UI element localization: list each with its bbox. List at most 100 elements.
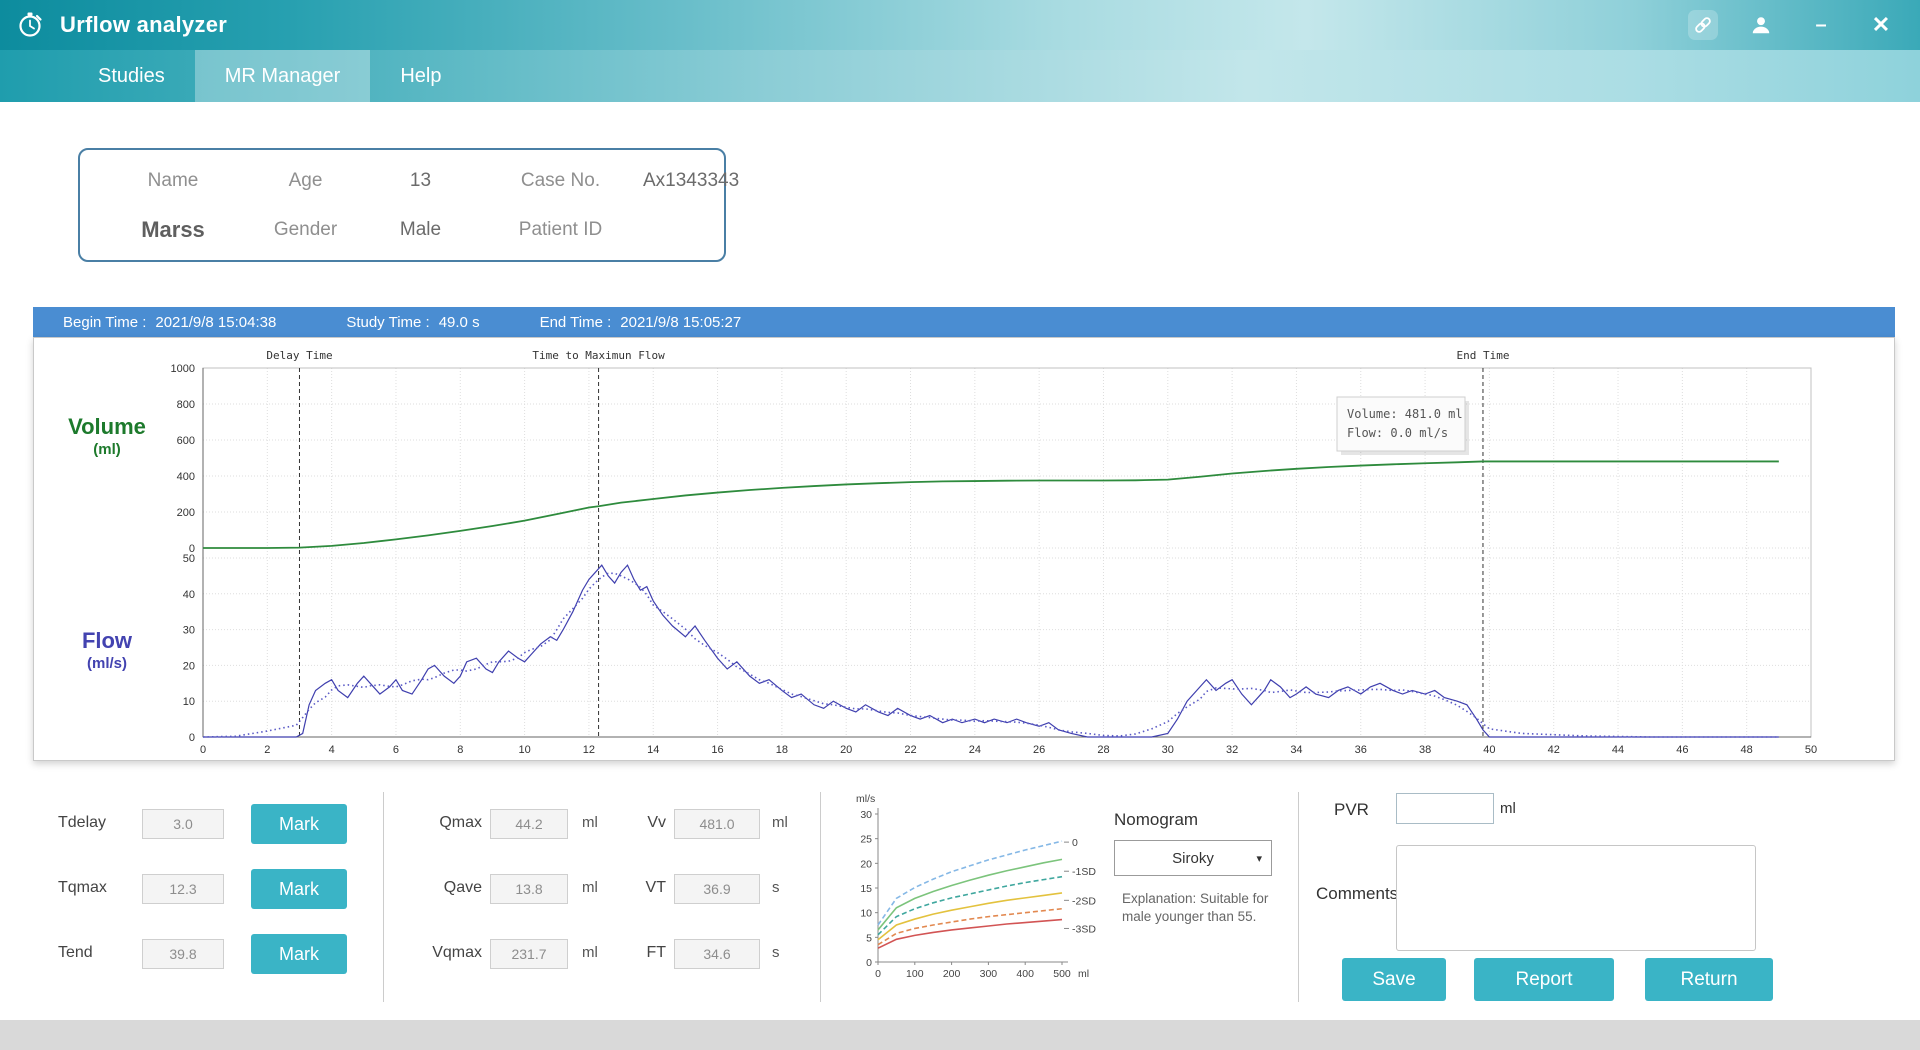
volume-axis-label: Volume xyxy=(68,414,146,439)
comments-textarea[interactable] xyxy=(1396,845,1756,951)
svg-text:500: 500 xyxy=(1053,968,1071,980)
pvr-input[interactable] xyxy=(1396,793,1494,824)
patient-id-label: Patient ID xyxy=(518,218,603,240)
svg-text:0: 0 xyxy=(189,732,195,744)
person-icon xyxy=(1752,17,1770,34)
svg-text:20: 20 xyxy=(840,744,852,756)
svg-text:34: 34 xyxy=(1290,744,1302,756)
svg-text:300: 300 xyxy=(980,968,998,980)
svg-text:800: 800 xyxy=(177,399,195,411)
volume-axis-title: Volume (ml) xyxy=(42,414,172,458)
svg-text:-2SD: -2SD xyxy=(1072,895,1096,907)
flow-axis-title: Flow (ml/s) xyxy=(42,628,172,672)
svg-text:600: 600 xyxy=(177,435,195,447)
svg-text:10: 10 xyxy=(518,744,530,756)
menubar: Studies MR Manager Help xyxy=(0,50,1920,102)
patient-name-value: Marss xyxy=(141,216,205,242)
svg-text:Flow: 0.0 ml/s: Flow: 0.0 ml/s xyxy=(1347,426,1448,440)
svg-text:24: 24 xyxy=(969,744,981,756)
svg-text:46: 46 xyxy=(1676,744,1688,756)
svg-text:Volume: 481.0 ml: Volume: 481.0 ml xyxy=(1347,407,1463,421)
tend-value: 39.8 xyxy=(142,939,224,969)
svg-text:100: 100 xyxy=(906,968,924,980)
qmax-label: Qmax xyxy=(439,814,482,831)
patient-case-label: Case No. xyxy=(520,169,601,191)
patient-name-label: Name xyxy=(147,169,199,191)
svg-text:38: 38 xyxy=(1419,744,1431,756)
app-window: Urflow analyzer – ✕ Studies MR Manager H… xyxy=(0,0,1920,1050)
svg-text:Delay Time: Delay Time xyxy=(266,349,332,362)
end-time-value: 2021/9/8 15:05:27 xyxy=(620,313,742,331)
close-button[interactable]: ✕ xyxy=(1864,8,1898,42)
patient-gender-label: Gender xyxy=(273,218,338,240)
vv-unit: ml xyxy=(772,814,788,831)
svg-text:40: 40 xyxy=(1483,744,1495,756)
nomogram-selected-value: Siroky xyxy=(1172,849,1214,867)
svg-text:200: 200 xyxy=(943,968,961,980)
svg-text:10: 10 xyxy=(183,696,195,708)
pvr-unit: ml xyxy=(1500,800,1516,817)
mark-tdelay-button[interactable]: Mark xyxy=(251,804,347,844)
svg-text:40: 40 xyxy=(183,589,195,601)
mark-tend-button[interactable]: Mark xyxy=(251,934,347,974)
menu-item-studies[interactable]: Studies xyxy=(68,50,195,102)
menu-item-mr-manager[interactable]: MR Manager xyxy=(194,50,371,102)
begin-time-label: Begin Time : xyxy=(63,313,147,331)
flow-axis-label: Flow xyxy=(81,628,133,653)
nomogram-dropdown[interactable]: Siroky ▾ xyxy=(1114,840,1272,876)
flow-axis-unit: (ml/s) xyxy=(86,655,127,672)
tend-label: Tend xyxy=(58,944,93,961)
svg-text:15: 15 xyxy=(860,883,872,895)
volume-axis-unit: (ml) xyxy=(93,441,121,458)
qave-value: 13.8 xyxy=(490,874,568,904)
vt-value: 36.9 xyxy=(674,874,760,904)
svg-text:-3SD: -3SD xyxy=(1072,923,1096,935)
svg-text:200: 200 xyxy=(177,507,195,519)
svg-text:400: 400 xyxy=(177,471,195,483)
study-time-label: Study Time : xyxy=(346,313,430,331)
mark-tqmax-button[interactable]: Mark xyxy=(251,869,347,909)
svg-text:42: 42 xyxy=(1548,744,1560,756)
svg-text:400: 400 xyxy=(1016,968,1034,980)
svg-text:ml/s: ml/s xyxy=(856,793,875,805)
vqmax-label: Vqmax xyxy=(432,944,482,961)
qave-label: Qave xyxy=(443,879,482,896)
return-button[interactable]: Return xyxy=(1645,958,1773,1001)
end-time-label: End Time : xyxy=(539,313,612,331)
svg-text:44: 44 xyxy=(1612,744,1624,756)
svg-text:2: 2 xyxy=(264,744,270,756)
begin-time-value: 2021/9/8 15:04:38 xyxy=(155,313,277,331)
patient-gender-value: Male xyxy=(399,218,442,240)
bottom-strip xyxy=(0,1020,1920,1050)
patient-age-label: Age xyxy=(288,169,323,191)
ft-unit: s xyxy=(772,944,780,961)
tdelay-label: Tdelay xyxy=(58,814,107,831)
minimize-icon: – xyxy=(1815,14,1827,36)
user-icon[interactable] xyxy=(1744,8,1778,42)
svg-text:8: 8 xyxy=(457,744,463,756)
uroflow-chart[interactable]: 02004006008001000010203040500 2 4 6 8 10 12 14 1… xyxy=(34,338,1894,760)
tqmax-value: 12.3 xyxy=(142,874,224,904)
report-button[interactable]: Report xyxy=(1474,958,1614,1001)
save-button[interactable]: Save xyxy=(1342,958,1446,1001)
comments-label: Comments xyxy=(1316,884,1399,903)
svg-text:14: 14 xyxy=(647,744,659,756)
link-icon[interactable] xyxy=(1688,10,1718,40)
vv-label: Vv xyxy=(647,814,666,831)
svg-text:6: 6 xyxy=(393,744,399,756)
vt-label: VT xyxy=(645,879,666,896)
nomogram-title: Nomogram xyxy=(1114,810,1199,829)
svg-text:30: 30 xyxy=(860,809,872,821)
svg-text:12: 12 xyxy=(583,744,595,756)
vqmax-value: 231.7 xyxy=(490,939,568,969)
svg-text:ml: ml xyxy=(1078,968,1089,980)
svg-text:Time to Maximun Flow: Time to Maximun Flow xyxy=(532,349,665,362)
patient-age-value: 13 xyxy=(409,169,432,191)
chart-panel: Volume (ml) Flow (ml/s) 0 200 400 600 800 100… xyxy=(33,337,1895,761)
menu-item-help[interactable]: Help xyxy=(370,50,471,102)
svg-text:30: 30 xyxy=(183,625,195,637)
chain-link-icon xyxy=(1695,17,1711,33)
ft-value: 34.6 xyxy=(674,939,760,969)
minimize-button[interactable]: – xyxy=(1804,8,1838,42)
svg-text:26: 26 xyxy=(1033,744,1045,756)
